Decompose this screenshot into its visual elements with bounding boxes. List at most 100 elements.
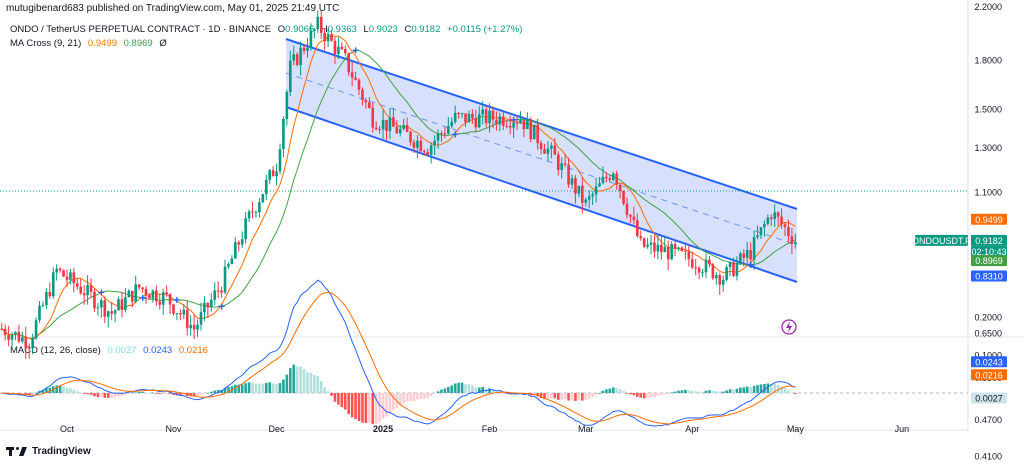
- candle[interactable]: [701, 268, 704, 278]
- time-tick-label[interactable]: Jun: [895, 424, 910, 434]
- candle[interactable]: [7, 325, 10, 347]
- candle[interactable]: [642, 237, 646, 249]
- candle[interactable]: [62, 269, 65, 278]
- candle[interactable]: [697, 265, 701, 280]
- candle[interactable]: [271, 166, 275, 177]
- candle[interactable]: [677, 246, 680, 252]
- candle[interactable]: [670, 241, 673, 260]
- price-tick-label[interactable]: 1.8000: [974, 56, 1002, 66]
- candle[interactable]: [529, 117, 533, 143]
- time-tick-label[interactable]: Mar: [578, 424, 594, 434]
- candle[interactable]: [134, 275, 138, 304]
- candle[interactable]: [72, 267, 76, 293]
- time-tick-label[interactable]: 2025: [373, 424, 393, 434]
- candle[interactable]: [192, 314, 196, 340]
- candle[interactable]: [708, 255, 711, 268]
- candle[interactable]: [168, 293, 172, 315]
- candle[interactable]: [721, 275, 725, 292]
- time-tick-label[interactable]: Apr: [685, 424, 699, 434]
- candle[interactable]: [103, 296, 107, 324]
- candle[interactable]: [251, 201, 254, 219]
- candle[interactable]: [680, 246, 684, 253]
- candle[interactable]: [96, 303, 100, 316]
- candle[interactable]: [316, 10, 320, 33]
- candle[interactable]: [89, 278, 93, 298]
- candle[interactable]: [76, 278, 79, 290]
- price-chart[interactable]: ++++++++ 2.60002.20001.80001.50001.30001…: [0, 0, 1024, 464]
- candle[interactable]: [649, 235, 653, 255]
- alert-bolt-icon[interactable]: [781, 319, 797, 335]
- candle[interactable]: [196, 319, 199, 338]
- candle[interactable]: [17, 324, 21, 344]
- candle[interactable]: [275, 163, 278, 186]
- candle[interactable]: [313, 27, 316, 39]
- candle[interactable]: [3, 324, 7, 341]
- price-axis[interactable]: 2.60002.20001.80001.50001.30001.10000.65…: [974, 0, 1002, 462]
- candle[interactable]: [209, 292, 213, 312]
- candle[interactable]: [38, 300, 41, 323]
- candle[interactable]: [199, 302, 203, 331]
- candle[interactable]: [237, 240, 241, 252]
- price-tick-label[interactable]: 0.4700: [974, 415, 1002, 425]
- candle[interactable]: [117, 296, 120, 311]
- candle[interactable]: [690, 251, 694, 270]
- candle[interactable]: [309, 23, 313, 51]
- candle[interactable]: [244, 211, 247, 244]
- candle[interactable]: [41, 301, 45, 308]
- candle[interactable]: [216, 281, 220, 299]
- candle[interactable]: [220, 286, 223, 298]
- candle[interactable]: [0, 322, 4, 331]
- price-tick-label[interactable]: 1.5000: [974, 105, 1002, 115]
- candle[interactable]: [14, 331, 17, 341]
- candle[interactable]: [21, 331, 24, 344]
- price-tick-label[interactable]: 2.2000: [974, 2, 1002, 12]
- candle[interactable]: [234, 236, 237, 259]
- candle[interactable]: [704, 253, 708, 278]
- candle[interactable]: [223, 259, 227, 295]
- candle[interactable]: [185, 300, 189, 336]
- candle[interactable]: [55, 264, 58, 281]
- candle[interactable]: [264, 174, 268, 201]
- candle[interactable]: [113, 308, 117, 323]
- candle[interactable]: [127, 289, 131, 298]
- candle[interactable]: [120, 291, 124, 318]
- candle[interactable]: [161, 288, 165, 315]
- macd-tick-label[interactable]: 0.2000: [974, 313, 1002, 323]
- candle[interactable]: [687, 245, 691, 267]
- candle[interactable]: [45, 288, 48, 309]
- candle[interactable]: [106, 310, 110, 328]
- candle[interactable]: [666, 240, 670, 271]
- candle[interactable]: [48, 282, 52, 299]
- candle[interactable]: [343, 45, 347, 56]
- candle[interactable]: [715, 272, 718, 285]
- candle[interactable]: [718, 272, 722, 295]
- channel-fill[interactable]: [286, 39, 797, 282]
- candle[interactable]: [100, 297, 103, 318]
- price-tick-label[interactable]: 1.3000: [974, 143, 1002, 153]
- candle[interactable]: [213, 282, 217, 306]
- candle[interactable]: [694, 258, 697, 276]
- candle[interactable]: [93, 288, 96, 313]
- time-tick-label[interactable]: Nov: [165, 424, 182, 434]
- candle[interactable]: [728, 261, 732, 277]
- candle[interactable]: [110, 302, 113, 321]
- candle[interactable]: [151, 289, 155, 303]
- candle[interactable]: [285, 89, 289, 126]
- candle[interactable]: [319, 11, 323, 40]
- price-tick-label[interactable]: 0.6500: [974, 328, 1002, 338]
- candle[interactable]: [79, 278, 83, 295]
- candle[interactable]: [247, 209, 251, 222]
- candle[interactable]: [175, 312, 179, 321]
- candle[interactable]: [230, 255, 234, 265]
- candle[interactable]: [206, 302, 210, 319]
- candle[interactable]: [673, 240, 677, 256]
- candle[interactable]: [639, 230, 643, 241]
- candle[interactable]: [326, 28, 330, 47]
- candle[interactable]: [282, 116, 285, 158]
- candle[interactable]: [254, 210, 258, 218]
- candle[interactable]: [323, 28, 326, 51]
- candle[interactable]: [330, 29, 333, 42]
- candle[interactable]: [27, 343, 31, 359]
- candle[interactable]: [646, 237, 649, 249]
- candle[interactable]: [179, 309, 182, 321]
